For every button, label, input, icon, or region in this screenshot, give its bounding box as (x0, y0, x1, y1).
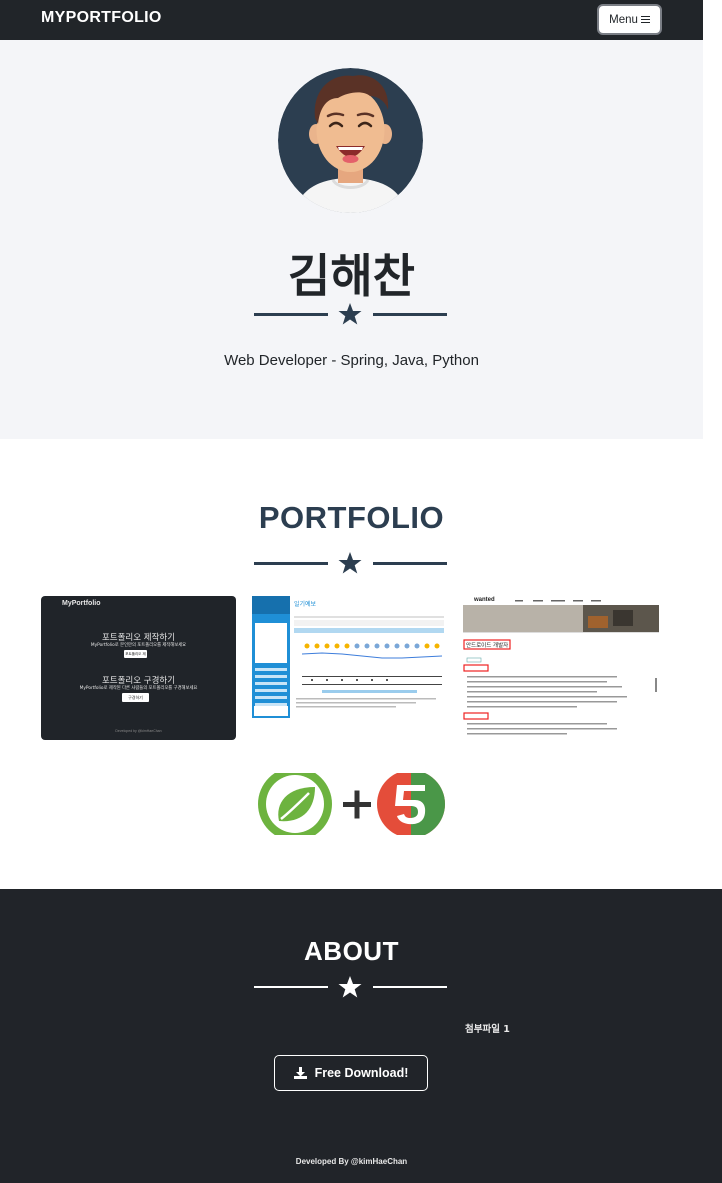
wanted-brand: wanted (474, 597, 495, 603)
free-download-button[interactable]: Free Download! (274, 1055, 428, 1091)
about-heading: ABOUT (304, 936, 399, 966)
download-icon (293, 1067, 307, 1079)
wanted-screenshot (463, 596, 659, 736)
thumb-footer: Developed by @kimHaeChan (115, 729, 162, 733)
avatar (278, 68, 423, 213)
star-icon (338, 303, 362, 325)
thumb-browse-button: 구경하기 (122, 693, 149, 702)
thumb-desc-create: MyPortfolio로 본인만의 포트폴리오를 제작해보세요 (90, 643, 187, 648)
portfolio-heading: PORTFOLIO (258, 500, 445, 535)
owner-name: 김해찬 (288, 249, 415, 303)
developer-credit: Developed By @kimHaeChan (295, 1157, 408, 1166)
portfolio-item-weather[interactable]: 일기예보 (252, 596, 449, 718)
attachment-label[interactable]: 첨부파일 1 (465, 1021, 510, 1035)
navbar: MYPORTFOLIO Menu (0, 0, 703, 40)
avatar-illustration (278, 68, 423, 213)
tech-logos (257, 767, 447, 841)
portfolio-divider (254, 551, 447, 575)
hamburger-icon (640, 15, 650, 24)
brand-logo[interactable]: MYPORTFOLIO (41, 9, 162, 27)
thumb-desc-browse: MyPortfolio로 제작된 다른 사람들의 포트폴리오를 구경해보세요 (79, 686, 198, 691)
masthead-divider (254, 302, 447, 326)
star-icon (338, 976, 362, 998)
masthead-subtitle: Web Developer - Spring, Java, Python (224, 352, 479, 369)
menu-label: Menu (609, 13, 638, 26)
star-icon (338, 552, 362, 574)
about-section: ABOUT 첨부파일 1 Free Download! Developed By… (0, 889, 722, 1183)
masthead: 김해찬 Web Developer - Spring, Java, Python (0, 40, 703, 439)
plus-icon (343, 790, 371, 819)
menu-button[interactable]: Menu (597, 4, 662, 35)
thumb-app-title: MyPortfolio (62, 600, 101, 607)
thumb-create-button: 포트폴리오 제작 (124, 650, 147, 658)
weather-screenshot (252, 596, 449, 718)
portfolio-item-wanted[interactable]: wanted 안드로이드 개발자 (463, 596, 659, 736)
wanted-heading: 안드로이드 개발자 (466, 643, 509, 649)
about-divider (254, 975, 447, 999)
weather-header: 일기예보 (294, 601, 317, 608)
portfolio-item-myportfolio[interactable]: MyPortfolio 포트폴리오 제작하기 MyPortfolio로 본인만의… (41, 596, 236, 740)
download-label: Free Download! (314, 1066, 409, 1080)
html5-logo-icon (377, 770, 445, 838)
spring-logo-icon (258, 767, 332, 841)
